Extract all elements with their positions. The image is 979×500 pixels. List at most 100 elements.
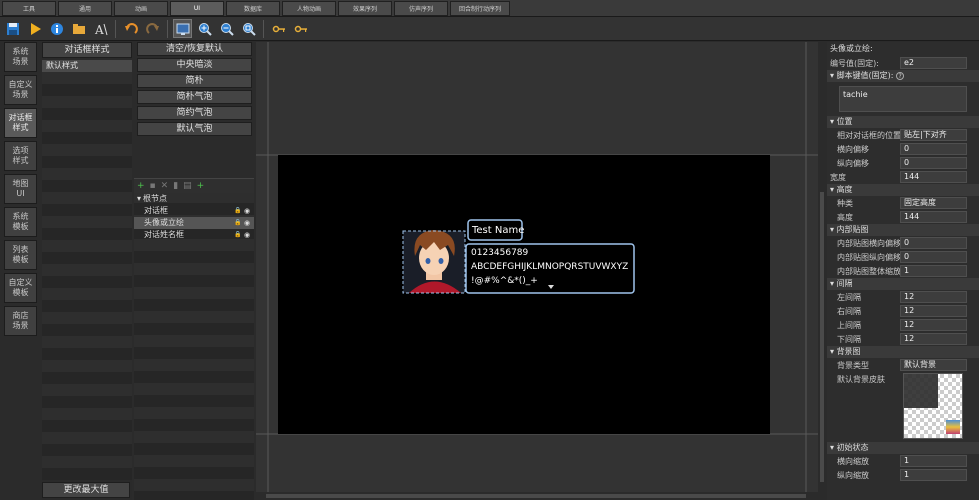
paste-icon[interactable]: ▤ <box>183 181 192 191</box>
copy-icon[interactable]: ▮ <box>173 181 178 191</box>
lock-icon[interactable]: 🔒 <box>234 205 241 217</box>
height-field[interactable]: 144 <box>900 211 967 223</box>
nav-button[interactable]: 系统 模板 <box>4 207 37 237</box>
cut-icon[interactable]: ✕ <box>161 181 169 191</box>
zoom-out-icon[interactable] <box>217 19 236 38</box>
padding-section[interactable]: ▾ 间隔 <box>827 278 979 290</box>
height-type-select[interactable]: 固定高度 <box>900 197 967 209</box>
menu-tab[interactable]: 仿声序列 <box>394 1 448 16</box>
inner-h-offset-label: 内部贴图横向偏移 <box>837 238 900 248</box>
folder-icon[interactable] <box>69 19 88 38</box>
inner-v-offset-field[interactable]: 0 <box>900 251 967 263</box>
add-child-icon[interactable]: + <box>197 181 205 191</box>
width-field[interactable]: 144 <box>900 171 967 183</box>
delete-node-icon[interactable]: ▪ <box>150 181 156 191</box>
lock-icon[interactable]: 🔒 <box>234 217 241 229</box>
script-key-section[interactable]: ▾ 脚本键值(固定): ? <box>827 70 979 82</box>
undo-icon[interactable] <box>121 19 140 38</box>
position-section-label: 位置 <box>836 117 853 126</box>
inner-h-offset-row: 内部贴图横向偏移 0 <box>827 236 979 250</box>
tree-node[interactable]: 对话姓名框 🔒 ◉ <box>134 229 254 241</box>
nav-button[interactable]: 列表 模板 <box>4 240 37 270</box>
menu-tab[interactable]: 通用 <box>58 1 112 16</box>
preview-line-3: !@#%^&*()_+ <box>471 276 538 286</box>
background-section[interactable]: ▾ 背景图 <box>827 346 979 358</box>
nav-button[interactable]: 商店 场景 <box>4 306 37 336</box>
help-icon[interactable]: ? <box>896 72 905 80</box>
menu-tab[interactable]: 数据库 <box>226 1 280 16</box>
vertical-scrollbar[interactable] <box>818 42 826 500</box>
nav-button[interactable]: 系统 场景 <box>4 42 37 72</box>
style-list: 默认样式 <box>42 60 132 480</box>
initial-state-section[interactable]: ▾ 初始状态 <box>827 442 979 454</box>
preset-button[interactable]: 清空/恢复默认 <box>137 42 252 56</box>
padding-right-field[interactable]: 12 <box>900 305 967 317</box>
id-field[interactable]: e2 <box>900 57 967 69</box>
menu-tab[interactable]: UI <box>170 1 224 16</box>
script-key-field[interactable]: tachie <box>839 86 967 112</box>
id-row: 编号值(固定): e2 <box>827 56 979 70</box>
scale-x-field[interactable]: 1 <box>900 455 967 467</box>
play-icon[interactable] <box>25 19 44 38</box>
padding-top-field[interactable]: 12 <box>900 319 967 331</box>
menu-tab[interactable]: 回合制行动序列 <box>450 1 510 16</box>
visibility-eye-icon[interactable]: ◉ <box>244 205 250 217</box>
preset-button[interactable]: 默认气泡 <box>137 122 252 136</box>
padding-section-label: 间隔 <box>836 279 853 288</box>
preset-button[interactable]: 简朴气泡 <box>137 90 252 104</box>
background-skin-thumbnail[interactable] <box>903 373 963 439</box>
nav-button[interactable]: 自定义 场景 <box>4 75 37 105</box>
tree-node[interactable]: 对话框 🔒 ◉ <box>134 205 254 217</box>
tree-node[interactable]: 头像或立绘 🔒 ◉ <box>134 217 254 229</box>
save-icon[interactable] <box>3 19 22 38</box>
inner-scale-field[interactable]: 1 <box>900 265 967 277</box>
preview-canvas[interactable]: Test Name 0123456789 ABCDEFGHIJKLMNOPQRS… <box>256 42 818 492</box>
redo-icon[interactable] <box>143 19 162 38</box>
add-node-icon[interactable]: + <box>137 181 145 191</box>
nav-button[interactable]: 自定义 模板 <box>4 273 37 303</box>
nav-button[interactable]: 地图 UI <box>4 174 37 204</box>
padding-left-field[interactable]: 12 <box>900 291 967 303</box>
preset-button[interactable]: 中央暗淡 <box>137 58 252 72</box>
screen-icon[interactable] <box>173 19 192 38</box>
visibility-eye-icon[interactable]: ◉ <box>244 229 250 241</box>
preview-line-2: ABCDEFGHIJKLMNOPQRSTUVWXYZ <box>471 262 629 272</box>
menu-tab[interactable]: 动画 <box>114 1 168 16</box>
preset-button[interactable]: 简朴 <box>137 74 252 88</box>
horizontal-offset-row: 横向偏移 0 <box>827 142 979 156</box>
key-icon[interactable] <box>269 19 288 38</box>
padding-bottom-field[interactable]: 12 <box>900 333 967 345</box>
scale-y-field[interactable]: 1 <box>900 469 967 481</box>
style-list-item[interactable]: 默认样式 <box>42 60 132 72</box>
zoom-reset-icon[interactable] <box>239 19 258 38</box>
tree-root[interactable]: ▾ 根节点 <box>134 193 254 205</box>
relative-position-select[interactable]: 贴左|下对齐 <box>900 129 967 141</box>
scale-x-row: 横向缩放 1 <box>827 454 979 468</box>
padding-top-row: 上间隔 12 <box>827 318 979 332</box>
inner-h-offset-field[interactable]: 0 <box>900 237 967 249</box>
menu-tab[interactable]: 工具 <box>2 1 56 16</box>
style-panel-header: 对话框样式 <box>42 42 132 58</box>
key-icon[interactable] <box>291 19 310 38</box>
background-type-select[interactable]: 默认背景 <box>900 359 967 371</box>
font-icon[interactable]: A <box>91 19 110 38</box>
nav-button[interactable]: 选项 样式 <box>4 141 37 171</box>
visibility-eye-icon[interactable]: ◉ <box>244 217 250 229</box>
preset-button[interactable]: 简约气泡 <box>137 106 252 120</box>
horizontal-scrollbar[interactable] <box>256 492 818 500</box>
game-screen <box>278 155 770 434</box>
zoom-in-icon[interactable] <box>195 19 214 38</box>
inner-image-section[interactable]: ▾ 内部贴图 <box>827 224 979 236</box>
nav-button[interactable]: 对话框 样式 <box>4 108 37 138</box>
vertical-offset-field[interactable]: 0 <box>900 157 967 169</box>
position-section[interactable]: ▾ 位置 <box>827 116 979 128</box>
info-icon[interactable] <box>47 19 66 38</box>
portrait[interactable] <box>402 230 466 294</box>
lock-icon[interactable]: 🔒 <box>234 229 241 241</box>
height-section[interactable]: ▾ 高度 <box>827 184 979 196</box>
background-section-label: 背景图 <box>836 347 861 356</box>
horizontal-offset-field[interactable]: 0 <box>900 143 967 155</box>
menu-tab[interactable]: 效果序列 <box>338 1 392 16</box>
change-max-button[interactable]: 更改最大值 <box>42 482 130 498</box>
menu-tab[interactable]: 人物动画 <box>282 1 336 16</box>
